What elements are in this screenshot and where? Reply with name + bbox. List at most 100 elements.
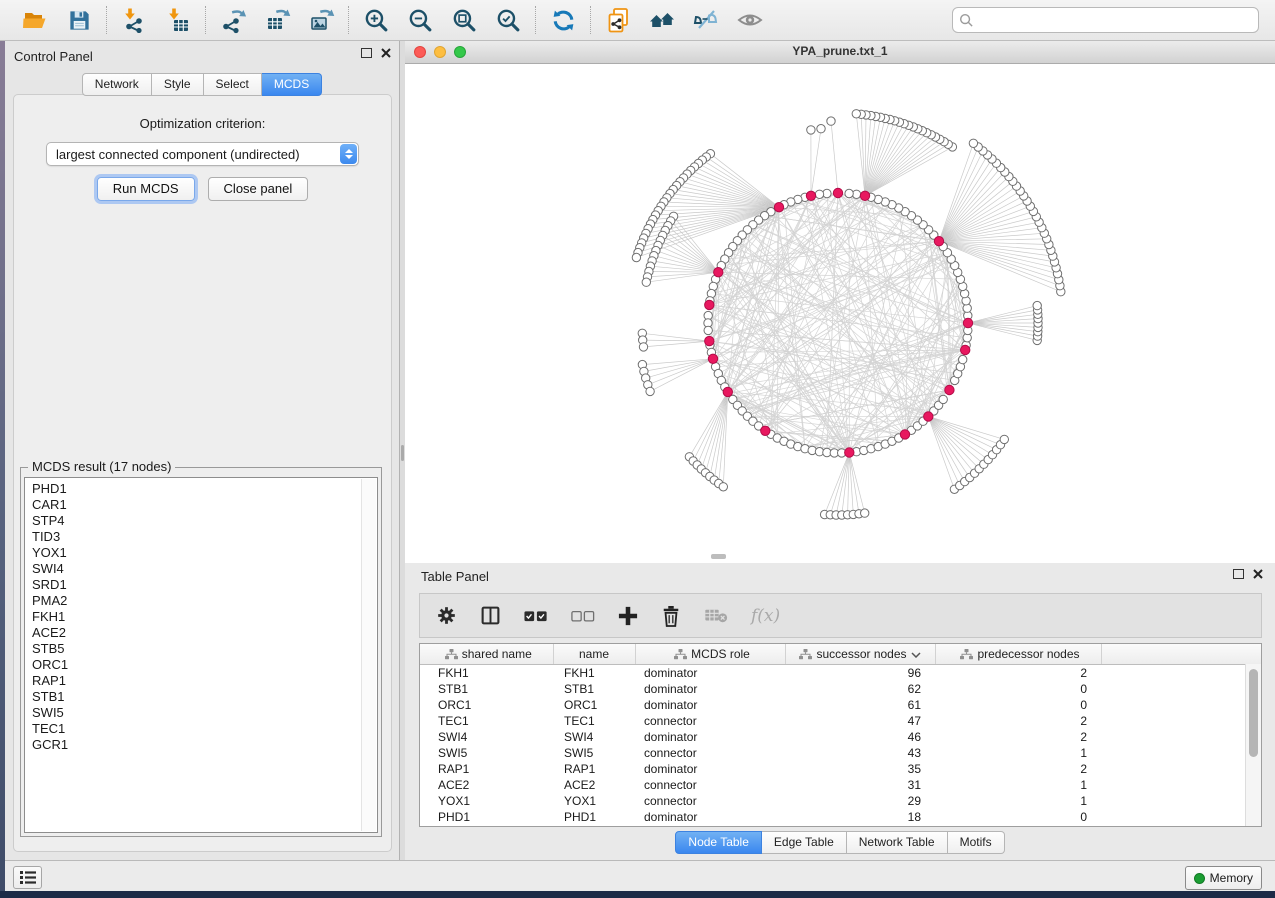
- visibility-off-icon[interactable]: [692, 6, 720, 34]
- mcds-result-item[interactable]: GCR1: [32, 737, 377, 753]
- import-network-icon[interactable]: [120, 6, 148, 34]
- zoom-fit-icon[interactable]: [450, 6, 478, 34]
- criterion-dropdown[interactable]: largest connected component (undirected): [46, 142, 359, 166]
- refresh-layout-icon[interactable]: [549, 6, 577, 34]
- table-row[interactable]: SWI4SWI4dominator462: [420, 729, 1261, 745]
- table-row[interactable]: SWI5SWI5connector431: [420, 745, 1261, 761]
- minimize-window-icon[interactable]: [434, 46, 446, 58]
- zoom-out-icon[interactable]: [406, 6, 434, 34]
- table-row[interactable]: ACE2ACE2connector311: [420, 777, 1261, 793]
- tab-network-table[interactable]: Network Table: [847, 831, 948, 854]
- table-cell: SWI4: [420, 729, 553, 745]
- mcds-result-item[interactable]: RAP1: [32, 673, 377, 689]
- table-row[interactable]: PHD1PHD1dominator180: [420, 809, 1261, 825]
- export-table-icon[interactable]: [263, 6, 291, 34]
- close-panel-icon[interactable]: [1253, 569, 1263, 579]
- mcds-result-item[interactable]: SWI4: [32, 561, 377, 577]
- open-folder-icon[interactable]: [21, 6, 49, 34]
- mcds-result-item[interactable]: SWI5: [32, 705, 377, 721]
- mcds-result-item[interactable]: PMA2: [32, 593, 377, 609]
- table-row[interactable]: FKH1FKH1dominator962: [420, 664, 1261, 681]
- save-icon[interactable]: [65, 6, 93, 34]
- control-panel-tabs: NetworkStyleSelectMCDS: [5, 73, 399, 96]
- mcds-result-item[interactable]: YOX1: [32, 545, 377, 561]
- import-table-icon[interactable]: [164, 6, 192, 34]
- table-cell: ORC1: [553, 697, 635, 713]
- tab-edge-table[interactable]: Edge Table: [762, 831, 847, 854]
- tab-mcds[interactable]: MCDS: [262, 73, 322, 96]
- mcds-result-item[interactable]: STB5: [32, 641, 377, 657]
- table-cell: ACE2: [420, 777, 553, 793]
- mcds-result-item[interactable]: SRD1: [32, 577, 377, 593]
- delete-icon[interactable]: [661, 605, 681, 627]
- tab-motifs[interactable]: Motifs: [948, 831, 1005, 854]
- close-panel-icon[interactable]: [381, 48, 391, 58]
- table-cell-filler: [1101, 745, 1261, 761]
- application-window: Control Panel NetworkStyleSelectMCDS Opt…: [0, 0, 1275, 898]
- hierarchy-icon: [674, 649, 687, 660]
- column-header-shared-name[interactable]: shared name: [420, 644, 553, 664]
- table-cell: 47: [785, 713, 935, 729]
- mcds-result-item[interactable]: CAR1: [32, 497, 377, 513]
- horizontal-splitter-grip[interactable]: [711, 554, 726, 559]
- mcds-result-item[interactable]: ORC1: [32, 657, 377, 673]
- zoom-selected-icon[interactable]: [494, 6, 522, 34]
- close-panel-button[interactable]: Close panel: [208, 177, 309, 201]
- mcds-result-item[interactable]: TID3: [32, 529, 377, 545]
- column-header-name[interactable]: name: [553, 644, 635, 664]
- close-window-icon[interactable]: [414, 46, 426, 58]
- export-network-icon[interactable]: [219, 6, 247, 34]
- float-window-icon[interactable]: [1233, 569, 1244, 579]
- task-history-button[interactable]: [13, 866, 42, 889]
- control-panel-title: Control Panel: [14, 49, 93, 64]
- select-all-icon[interactable]: [524, 610, 548, 622]
- tab-select[interactable]: Select: [204, 73, 262, 96]
- table-row[interactable]: YOX1YOX1connector291: [420, 793, 1261, 809]
- memory-button[interactable]: Memory: [1185, 866, 1262, 890]
- table-tabs: Node TableEdge TableNetwork TableMotifs: [405, 831, 1275, 854]
- search-input[interactable]: [974, 12, 1252, 29]
- column-header-successor-nodes[interactable]: successor nodes: [785, 644, 935, 664]
- search-field[interactable]: [952, 7, 1259, 33]
- mcds-result-title: MCDS result (17 nodes): [28, 459, 175, 474]
- table-scrollbar-thumb[interactable]: [1249, 669, 1258, 757]
- table-row[interactable]: RAP1RAP1dominator352: [420, 761, 1261, 777]
- gear-icon[interactable]: [436, 605, 457, 626]
- deselect-all-icon[interactable]: [571, 610, 595, 622]
- tab-style[interactable]: Style: [152, 73, 204, 96]
- column-header-mcds-role[interactable]: MCDS role: [635, 644, 785, 664]
- table-row[interactable]: TEC1TEC1connector472: [420, 713, 1261, 729]
- export-image-icon[interactable]: [307, 6, 335, 34]
- run-mcds-button[interactable]: Run MCDS: [97, 177, 195, 201]
- float-window-icon[interactable]: [361, 48, 372, 58]
- tab-network[interactable]: Network: [82, 73, 152, 96]
- criterion-value: largest connected component (undirected): [56, 147, 300, 162]
- mcds-result-item[interactable]: ACE2: [32, 625, 377, 641]
- mcds-list-scrollbar[interactable]: [361, 479, 376, 831]
- column-header-predecessor-nodes[interactable]: predecessor nodes: [935, 644, 1101, 664]
- eye-icon[interactable]: [736, 6, 764, 34]
- home-networks-icon[interactable]: [648, 6, 676, 34]
- tab-node-table[interactable]: Node Table: [675, 831, 762, 854]
- mcds-result-item[interactable]: STB1: [32, 689, 377, 705]
- table-row[interactable]: STB1STB1dominator620: [420, 681, 1261, 697]
- table-cell-filler: [1101, 729, 1261, 745]
- network-window-titlebar[interactable]: YPA_prune.txt_1: [405, 41, 1275, 64]
- hierarchy-icon: [799, 649, 812, 660]
- mcds-result-item[interactable]: FKH1: [32, 609, 377, 625]
- mcds-result-item[interactable]: PHD1: [32, 481, 377, 497]
- splitter-grip[interactable]: [401, 445, 404, 461]
- clone-network-icon[interactable]: [604, 6, 632, 34]
- zoom-in-icon[interactable]: [362, 6, 390, 34]
- columns-icon[interactable]: [480, 605, 501, 626]
- desktop-wallpaper-strip: [0, 891, 1275, 898]
- table-row[interactable]: ORC1ORC1dominator610: [420, 697, 1261, 713]
- maximize-window-icon[interactable]: [454, 46, 466, 58]
- mcds-result-item[interactable]: TEC1: [32, 721, 377, 737]
- table-scrollbar[interactable]: [1245, 664, 1261, 826]
- table-cell: connector: [635, 745, 785, 761]
- mcds-result-list[interactable]: PHD1CAR1STP4TID3YOX1SWI4SRD1PMA2FKH1ACE2…: [24, 477, 378, 833]
- network-canvas[interactable]: [405, 64, 1275, 564]
- mcds-result-item[interactable]: STP4: [32, 513, 377, 529]
- add-column-icon[interactable]: [618, 606, 638, 626]
